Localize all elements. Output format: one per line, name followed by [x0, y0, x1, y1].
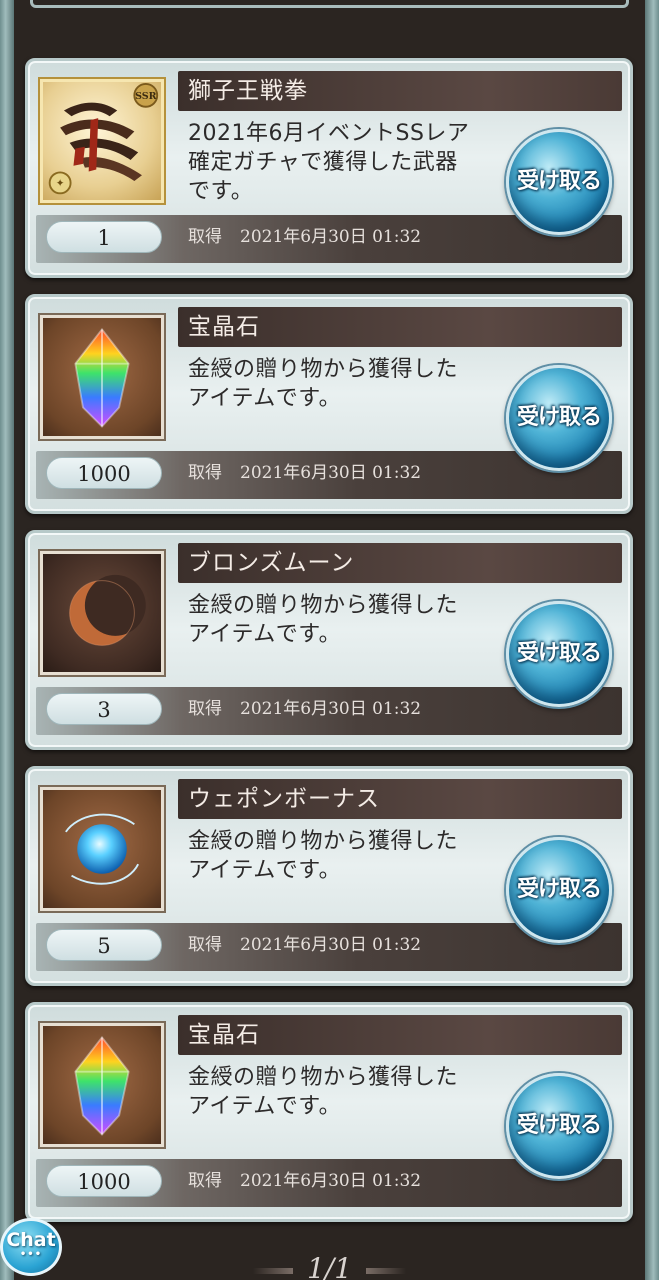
acquired-label: 取得 [188, 1171, 222, 1191]
gift-item: SSR ✦ 獅子王戦拳 2021年6月イベントSSレア 確定ガチャで獲得した武器… [25, 58, 633, 278]
description-line: です。 [188, 179, 254, 204]
description-line: 2021年6月イベントSSレア [188, 121, 470, 146]
quantity-badge: 1000 [46, 1165, 162, 1197]
quantity-badge: 1000 [46, 457, 162, 489]
gift-item: 宝晶石 金綬の贈り物から獲得した アイテムです。 1000 取得 2021年6月3… [25, 294, 633, 514]
acquired-date: 2021年6月30日 01:32 [240, 699, 422, 719]
receive-button[interactable]: 受け取る [506, 1073, 612, 1179]
acquired-info: 取得 2021年6月30日 01:32 [188, 457, 421, 489]
gift-title: ウェポンボーナス [188, 786, 380, 812]
description-line: 金綬の贈り物から獲得した [188, 1065, 459, 1090]
prev-page-arrow-icon[interactable] [252, 1267, 293, 1274]
description-line: 確定ガチャで獲得した武器 [188, 150, 458, 175]
gift-item: ウェポンボーナス 金綬の贈り物から獲得した アイテムです。 5 取得 2021年6… [25, 766, 633, 986]
left-rail [0, 0, 14, 1280]
gift-title: 宝晶石 [188, 314, 260, 340]
acquired-info: 取得 2021年6月30日 01:32 [188, 221, 421, 253]
acquired-date: 2021年6月30日 01:32 [240, 1171, 422, 1191]
acquired-label: 取得 [188, 463, 222, 483]
ssr-badge: SSR [135, 91, 157, 102]
weapon-bonus-orb-icon [38, 785, 166, 913]
quantity-badge: 5 [46, 929, 162, 961]
page-indicator: 1/1 [306, 1252, 353, 1280]
receive-button[interactable]: 受け取る [506, 837, 612, 943]
gift-item: 宝晶石 金綬の贈り物から獲得した アイテムです。 1000 取得 2021年6月3… [25, 1002, 633, 1222]
crystal-icon [38, 313, 166, 441]
gift-description: 金綬の贈り物から獲得した アイテムです。 [188, 827, 508, 885]
receive-button[interactable]: 受け取る [506, 365, 612, 471]
acquired-label: 取得 [188, 699, 222, 719]
crystal-icon [38, 1021, 166, 1149]
description-line: 金綬の贈り物から獲得した [188, 829, 459, 854]
acquired-info: 取得 2021年6月30日 01:32 [188, 1165, 421, 1197]
gift-title: 宝晶石 [188, 1022, 260, 1048]
next-page-arrow-icon[interactable] [366, 1267, 407, 1274]
gift-description: 金綬の贈り物から獲得した アイテムです。 [188, 1063, 508, 1121]
gift-item: ブロンズムーン 金綬の贈り物から獲得した アイテムです。 3 取得 2021年6月… [25, 530, 633, 750]
acquired-label: 取得 [188, 227, 222, 247]
gift-description: 2021年6月イベントSSレア 確定ガチャで獲得した武器 です。 [188, 119, 508, 206]
description-line: アイテムです。 [188, 1094, 342, 1119]
description-line: アイテムです。 [188, 858, 342, 883]
description-line: 金綬の贈り物から獲得した [188, 357, 459, 382]
acquired-label: 取得 [188, 935, 222, 955]
description-line: アイテムです。 [188, 386, 342, 411]
acquired-date: 2021年6月30日 01:32 [240, 463, 422, 483]
weapon-ssr-icon: SSR ✦ [38, 77, 166, 205]
svg-text:✦: ✦ [56, 178, 65, 190]
right-rail [645, 0, 659, 1280]
acquired-info: 取得 2021年6月30日 01:32 [188, 693, 421, 725]
acquired-date: 2021年6月30日 01:32 [240, 227, 422, 247]
acquired-date: 2021年6月30日 01:32 [240, 935, 422, 955]
receive-button[interactable]: 受け取る [506, 129, 612, 235]
quantity-badge: 3 [46, 693, 162, 725]
bronze-moon-icon [38, 549, 166, 677]
gift-title: ブロンズムーン [188, 550, 355, 576]
chat-label: Chat [6, 1229, 56, 1251]
quantity-badge: 1 [46, 221, 162, 253]
description-line: アイテムです。 [188, 622, 342, 647]
top-frame [30, 0, 629, 8]
gift-title: 獅子王戦拳 [188, 78, 308, 104]
acquired-info: 取得 2021年6月30日 01:32 [188, 929, 421, 961]
pagination: 1/1 [0, 1252, 659, 1280]
receive-button[interactable]: 受け取る [506, 601, 612, 707]
gift-description: 金綬の贈り物から獲得した アイテムです。 [188, 591, 508, 649]
gift-description: 金綬の贈り物から獲得した アイテムです。 [188, 355, 508, 413]
description-line: 金綬の贈り物から獲得した [188, 593, 459, 618]
